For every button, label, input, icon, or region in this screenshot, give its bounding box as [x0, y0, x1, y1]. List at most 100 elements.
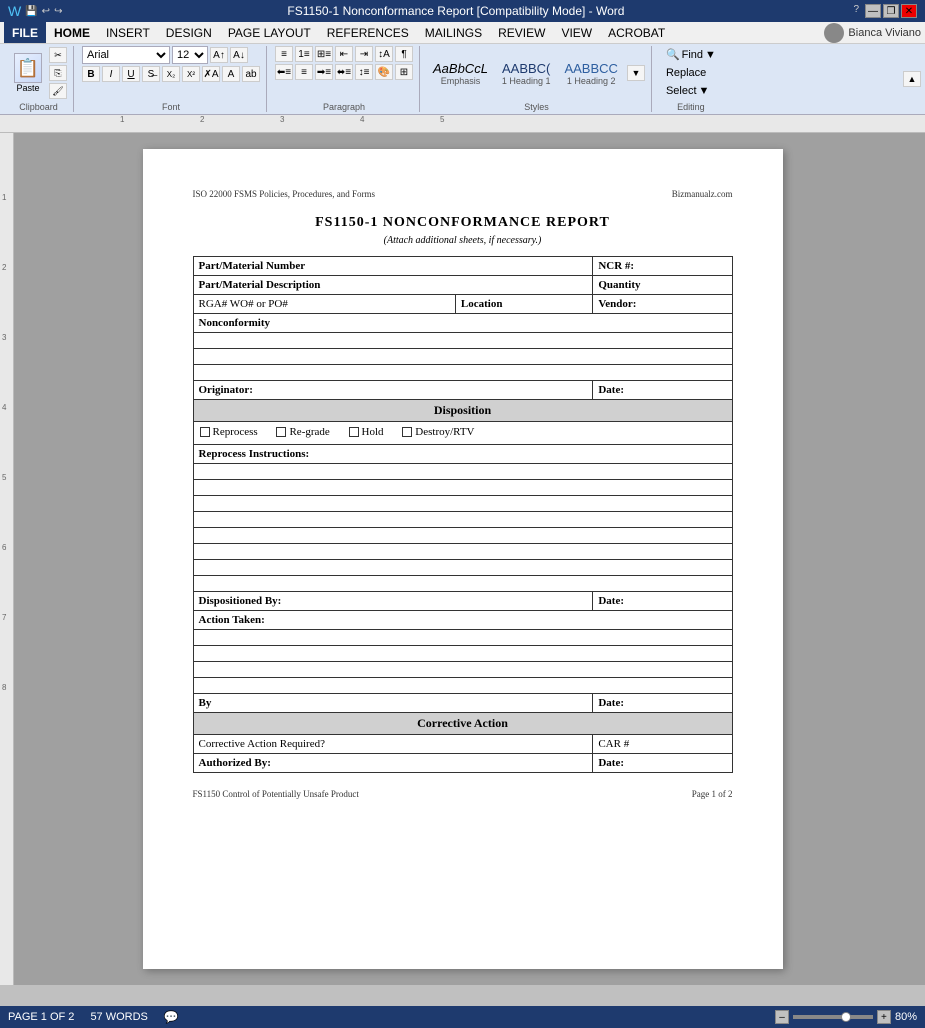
- style-heading1[interactable]: AABBC( 1 Heading 1: [497, 58, 556, 89]
- destroy-checkbox[interactable]: [402, 427, 412, 437]
- subscript-button[interactable]: X₂: [162, 66, 180, 82]
- menu-insert[interactable]: INSERT: [98, 22, 158, 43]
- zoom-in-button[interactable]: +: [877, 1010, 891, 1024]
- font-name-select[interactable]: Arial: [82, 46, 170, 64]
- numbering-button[interactable]: 1≡: [295, 46, 313, 62]
- select-button[interactable]: Select ▼: [660, 83, 715, 99]
- clear-format-button[interactable]: ✗A: [202, 66, 220, 82]
- highlight-button[interactable]: ab: [242, 66, 260, 82]
- by-date-label: Date:: [593, 694, 732, 713]
- destroy-checkbox-item: Destroy/RTV: [402, 426, 474, 438]
- menu-view[interactable]: VIEW: [553, 22, 600, 43]
- regrade-checkbox[interactable]: [276, 427, 286, 437]
- cut-button[interactable]: ✂: [49, 47, 67, 63]
- style-heading2[interactable]: AABBCC 1 Heading 2: [559, 58, 622, 89]
- menu-design[interactable]: DESIGN: [158, 22, 220, 43]
- multilevel-button[interactable]: ⊞≡: [315, 46, 333, 62]
- paste-icon: 📋: [14, 53, 42, 83]
- decrease-indent-button[interactable]: ⇤: [335, 46, 353, 62]
- increase-font-button[interactable]: A↑: [210, 47, 228, 63]
- status-right: – + 80%: [775, 1010, 917, 1024]
- table-row: [193, 576, 732, 592]
- styles-more-button[interactable]: ▼: [627, 65, 645, 81]
- bullets-button[interactable]: ≡: [275, 46, 293, 62]
- bold-button[interactable]: B: [82, 66, 100, 82]
- by-label: By: [193, 694, 593, 713]
- table-row: [193, 496, 732, 512]
- superscript-button[interactable]: X²: [182, 66, 200, 82]
- zoom-slider[interactable]: [793, 1015, 873, 1019]
- form-title: FS1150-1 NONCONFORMANCE REPORT: [193, 215, 733, 231]
- word-count: 57 WORDS: [90, 1011, 147, 1023]
- format-painter-button[interactable]: 🖌: [49, 83, 67, 99]
- table-row: Dispositioned By: Date:: [193, 592, 732, 611]
- quick-access-undo[interactable]: ↩: [42, 6, 50, 17]
- clipboard-label: Clipboard: [19, 102, 58, 112]
- menu-mailings[interactable]: MAILINGS: [417, 22, 490, 43]
- zoom-out-button[interactable]: –: [775, 1010, 789, 1024]
- increase-indent-button[interactable]: ⇥: [355, 46, 373, 62]
- shading-button[interactable]: 🎨: [375, 64, 393, 80]
- menu-bar: FILE HOME INSERT DESIGN PAGE LAYOUT REFE…: [0, 22, 925, 44]
- hold-checkbox[interactable]: [349, 427, 359, 437]
- close-button[interactable]: ✕: [901, 4, 917, 18]
- table-row: Reprocess Re-grade Hold Destroy/RTV: [193, 422, 732, 445]
- underline-button[interactable]: U: [122, 66, 140, 82]
- menu-page-layout[interactable]: PAGE LAYOUT: [220, 22, 319, 43]
- font-label: Font: [162, 102, 180, 112]
- dispositioned-date-label: Date:: [593, 592, 732, 611]
- page-info: PAGE 1 OF 2: [8, 1011, 74, 1023]
- sort-button[interactable]: ↕A: [375, 46, 393, 62]
- menu-references[interactable]: REFERENCES: [319, 22, 417, 43]
- italic-button[interactable]: I: [102, 66, 120, 82]
- comments-icon[interactable]: 💬: [164, 1010, 179, 1024]
- horizontal-ruler: 1 2 3 4 5: [0, 115, 925, 133]
- ribbon-collapse-button[interactable]: ▲: [903, 71, 921, 87]
- page-footer: FS1150 Control of Potentially Unsafe Pro…: [193, 789, 733, 799]
- user-avatar: [824, 23, 844, 43]
- action-taken-label: Action Taken:: [193, 611, 732, 630]
- quick-access-save[interactable]: 💾: [25, 6, 37, 17]
- decrease-font-button[interactable]: A↓: [230, 47, 248, 63]
- table-row: [193, 480, 732, 496]
- help-btn[interactable]: ?: [849, 4, 863, 18]
- status-bar: PAGE 1 OF 2 57 WORDS 💬 – + 80%: [0, 1006, 925, 1028]
- restore-button[interactable]: ❐: [883, 4, 899, 18]
- vendor-label: Vendor:: [593, 295, 732, 314]
- styles-label: Styles: [524, 102, 549, 112]
- style-emphasis[interactable]: AaBbCcL Emphasis: [428, 58, 493, 89]
- align-left-button[interactable]: ⬅≡: [275, 64, 293, 80]
- find-button[interactable]: 🔍 Find ▼: [660, 46, 722, 63]
- menu-review[interactable]: REVIEW: [490, 22, 553, 43]
- document-area[interactable]: 1 2 3 4 5 6 7 8 ISO 22000 FSMS Policies,…: [0, 133, 925, 985]
- car-number-label: CAR #: [593, 735, 732, 754]
- align-right-button[interactable]: ➡≡: [315, 64, 333, 80]
- reprocess-label: Reprocess: [213, 426, 258, 438]
- paragraph-label: Paragraph: [323, 102, 365, 112]
- borders-button[interactable]: ⊞: [395, 64, 413, 80]
- user-name[interactable]: Bianca Viviano: [848, 27, 921, 39]
- replace-button[interactable]: Replace: [660, 65, 712, 81]
- footer-left: FS1150 Control of Potentially Unsafe Pro…: [193, 789, 359, 799]
- strikethrough-button[interactable]: S̶: [142, 66, 160, 82]
- disposition-header: Disposition: [193, 400, 732, 422]
- file-menu[interactable]: FILE: [4, 22, 46, 43]
- authorized-date-label: Date:: [593, 754, 732, 773]
- menu-acrobat[interactable]: ACROBAT: [600, 22, 673, 43]
- copy-button[interactable]: ⎘: [49, 65, 67, 81]
- menu-home[interactable]: HOME: [46, 22, 98, 43]
- zoom-control[interactable]: – + 80%: [775, 1010, 917, 1024]
- document-title: FS1150-1 Nonconformance Report [Compatib…: [62, 4, 849, 18]
- quick-access-redo[interactable]: ↪: [54, 6, 62, 17]
- reprocess-checkbox[interactable]: [200, 427, 210, 437]
- text-color-button[interactable]: A: [222, 66, 240, 82]
- minimize-button[interactable]: —: [865, 4, 881, 18]
- font-size-select[interactable]: 12: [172, 46, 208, 64]
- align-center-button[interactable]: ≡: [295, 64, 313, 80]
- show-marks-button[interactable]: ¶: [395, 46, 413, 62]
- nonconformance-form: Part/Material Number NCR #: Part/Materia…: [193, 256, 733, 773]
- paste-button[interactable]: 📋 Paste: [10, 51, 46, 95]
- justify-button[interactable]: ⬌≡: [335, 64, 353, 80]
- line-spacing-button[interactable]: ↕≡: [355, 64, 373, 80]
- table-row: Corrective Action Required? CAR #: [193, 735, 732, 754]
